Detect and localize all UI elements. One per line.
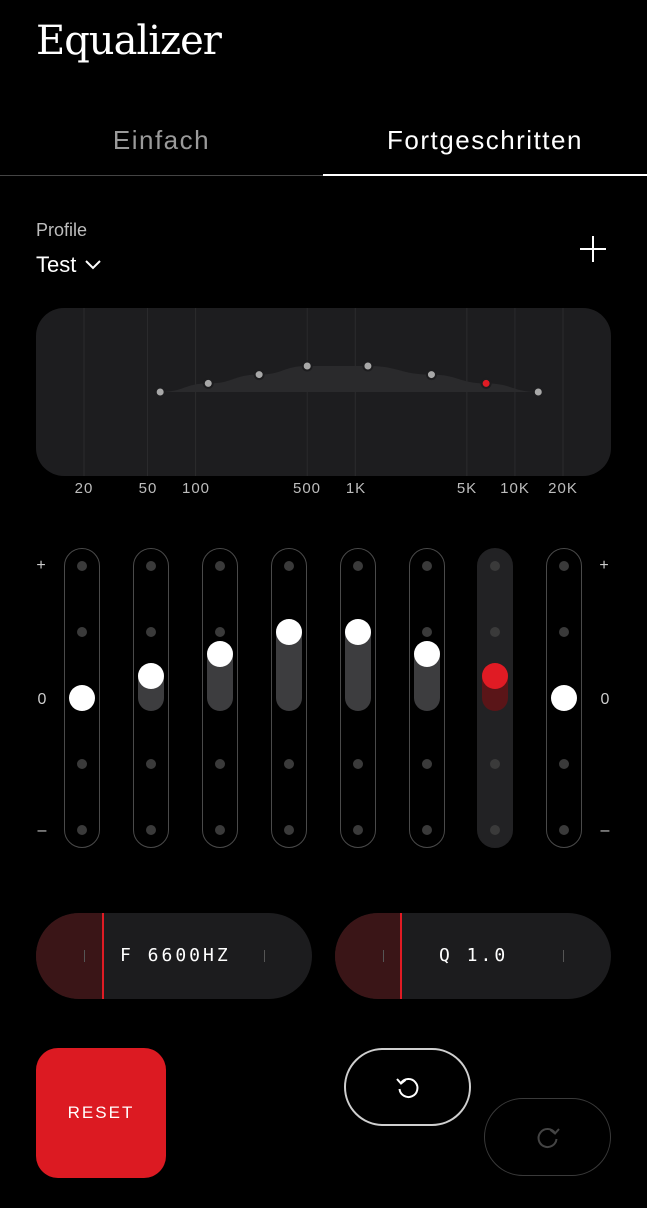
slider-knob[interactable] xyxy=(69,685,95,711)
frequency-control-marker xyxy=(102,913,104,999)
page-title: Equalizer xyxy=(36,18,222,64)
tab-bar: Einfach Fortgeschritten xyxy=(0,110,647,176)
slider-step-dot xyxy=(77,561,87,571)
slider-step-dot xyxy=(215,825,225,835)
q-control-range xyxy=(335,913,401,999)
eq-curve-area xyxy=(160,366,539,392)
freq-label: 100 xyxy=(181,480,211,497)
frequency-value: F 6600HZ xyxy=(120,945,231,966)
tab-fortgeschritten[interactable]: Fortgeschritten xyxy=(323,110,647,176)
slider-step-dot xyxy=(559,825,569,835)
slider-step-dot xyxy=(353,759,363,769)
band-slider-7[interactable] xyxy=(477,548,513,848)
band-slider-1[interactable] xyxy=(64,548,100,848)
slider-step-dot xyxy=(490,825,500,835)
slider-step-dot xyxy=(77,627,87,637)
eq-band-point[interactable] xyxy=(362,360,374,372)
chevron-down-icon xyxy=(85,260,102,270)
slider-step-dot xyxy=(490,759,500,769)
slider-step-dot xyxy=(284,825,294,835)
freq-label: 5K xyxy=(456,480,478,497)
eq-band-point-selected[interactable] xyxy=(480,377,492,389)
slider-step-dot xyxy=(77,825,87,835)
eq-band-point[interactable] xyxy=(532,386,544,398)
band-slider-4[interactable] xyxy=(271,548,307,848)
slider-step-dot xyxy=(215,759,225,769)
slider-knob[interactable] xyxy=(345,619,371,645)
slider-step-dot xyxy=(77,759,87,769)
eq-curve-chart xyxy=(83,308,564,476)
slider-knob[interactable] xyxy=(207,640,233,667)
profile-selected-value: Test xyxy=(36,252,77,277)
slider-step-dot xyxy=(490,561,500,571)
band-slider-3[interactable] xyxy=(202,548,238,848)
freq-label: 500 xyxy=(292,480,322,497)
frequency-control[interactable]: F 6600HZ xyxy=(36,913,312,999)
slider-step-dot xyxy=(353,561,363,571)
redo-icon xyxy=(537,1128,560,1148)
band-slider-2[interactable] xyxy=(133,548,169,848)
slider-step-dot xyxy=(146,561,156,571)
eq-band-point[interactable] xyxy=(202,377,214,389)
slider-step-dot xyxy=(215,627,225,637)
undo-button[interactable] xyxy=(344,1048,471,1126)
slider-step-dot xyxy=(215,561,225,571)
gain-zero-label-right: 0 xyxy=(600,691,610,708)
slider-step-dot xyxy=(559,561,569,571)
slider-step-dot xyxy=(559,627,569,637)
slider-step-dot xyxy=(422,825,432,835)
slider-step-dot xyxy=(559,759,569,769)
tab-einfach[interactable]: Einfach xyxy=(0,110,323,176)
profile-dropdown[interactable]: Test xyxy=(36,252,102,278)
eq-band-point[interactable] xyxy=(301,360,313,372)
gain-minus-label-left: – xyxy=(37,822,47,839)
frequency-control-tick xyxy=(84,950,85,962)
slider-step-dot xyxy=(284,759,294,769)
freq-label: 20 xyxy=(74,480,94,497)
slider-step-dot xyxy=(422,561,432,571)
slider-step-dot xyxy=(146,759,156,769)
slider-knob[interactable] xyxy=(551,685,577,711)
undo-icon xyxy=(395,1078,418,1098)
slider-step-dot xyxy=(422,759,432,769)
q-value: Q 1.0 xyxy=(439,945,509,966)
band-slider-5[interactable] xyxy=(340,548,376,848)
slider-knob[interactable] xyxy=(414,640,440,667)
frequency-control-range xyxy=(36,913,103,999)
q-control-tick xyxy=(383,950,384,962)
q-control-tick xyxy=(563,950,564,962)
gain-plus-label-left: + xyxy=(36,557,46,574)
freq-label: 1K xyxy=(345,480,367,497)
freq-label: 10K xyxy=(500,480,530,497)
gain-zero-label-left: 0 xyxy=(37,691,47,708)
q-control[interactable]: Q 1.0 xyxy=(335,913,611,999)
slider-step-dot xyxy=(422,627,432,637)
reset-button[interactable]: RESET xyxy=(36,1048,166,1178)
slider-step-dot xyxy=(284,561,294,571)
eq-band-point[interactable] xyxy=(154,386,166,398)
eq-response-graph[interactable] xyxy=(36,308,611,476)
redo-button[interactable] xyxy=(484,1098,611,1176)
eq-band-point[interactable] xyxy=(253,369,265,381)
band-slider-6[interactable] xyxy=(409,548,445,848)
slider-step-dot xyxy=(490,627,500,637)
q-control-marker xyxy=(400,913,402,999)
slider-step-dot xyxy=(146,627,156,637)
band-slider-8[interactable] xyxy=(546,548,582,848)
slider-knob[interactable] xyxy=(276,619,302,645)
slider-step-dot xyxy=(146,825,156,835)
frequency-control-tick xyxy=(264,950,265,962)
freq-label: 20K xyxy=(548,480,578,497)
profile-label: Profile xyxy=(36,220,88,240)
eq-band-point[interactable] xyxy=(425,369,437,381)
slider-step-dot xyxy=(353,825,363,835)
gain-plus-label-right: + xyxy=(599,557,609,574)
freq-label: 50 xyxy=(138,480,158,497)
gain-minus-label-right: – xyxy=(600,822,610,839)
plus-icon[interactable] xyxy=(576,232,610,266)
frequency-axis: 20 50 100 500 1K 5K 10K 20K xyxy=(0,480,647,504)
